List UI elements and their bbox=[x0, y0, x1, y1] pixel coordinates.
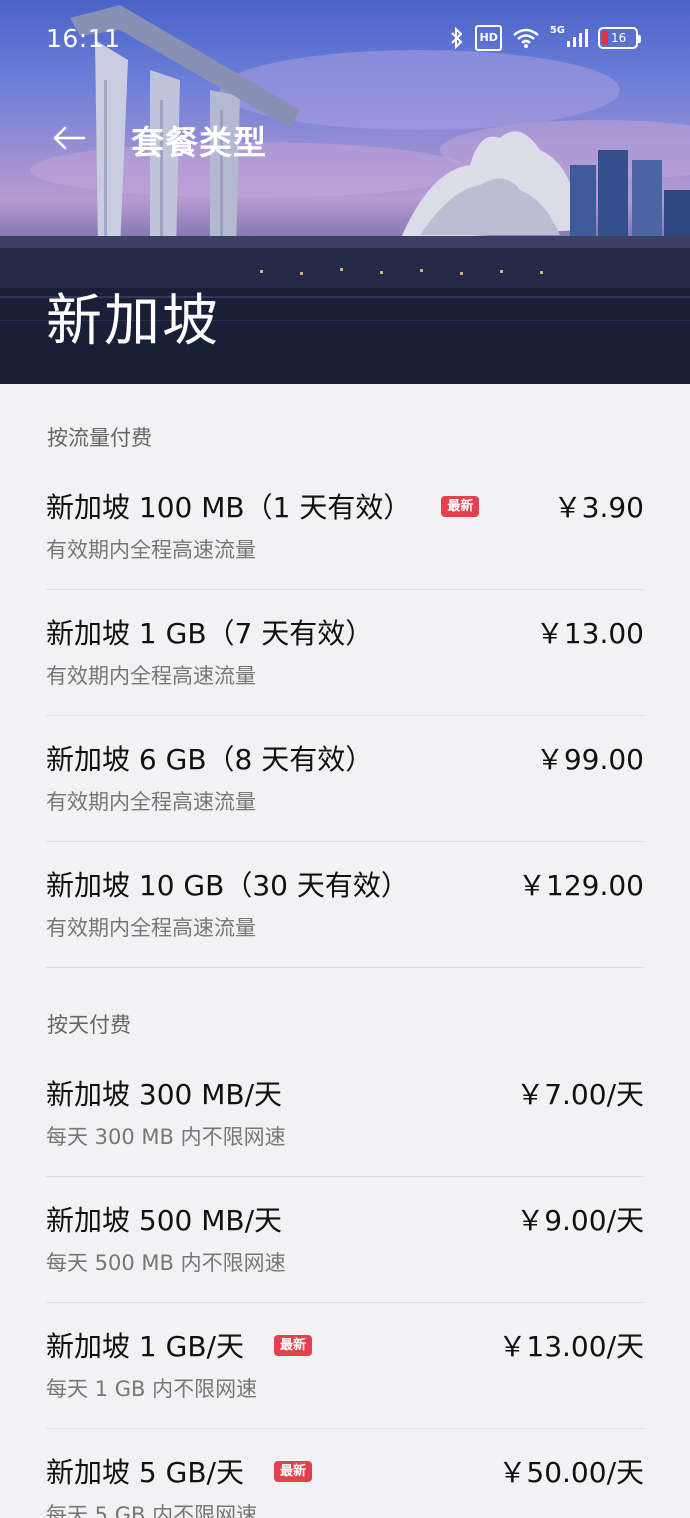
plan-description: 有效期内全程高速流量 bbox=[46, 790, 256, 814]
status-icons: HD 5G 16 bbox=[449, 25, 641, 51]
section-header-pay-by-data: 按流量付费 bbox=[47, 426, 152, 450]
wifi-icon bbox=[512, 25, 540, 51]
back-button[interactable] bbox=[44, 116, 94, 160]
new-badge: 最新 bbox=[441, 495, 480, 517]
battery-icon: 16 bbox=[598, 27, 641, 49]
plan-price: ￥7.00/天 bbox=[516, 1078, 644, 1111]
plan-item[interactable]: 新加坡 500 MB/天 ￥9.00/天 每天 500 MB 内不限网速 bbox=[46, 1177, 644, 1303]
plan-price: ￥9.00/天 bbox=[516, 1204, 644, 1237]
plan-title: 新加坡 6 GB（8 天有效） bbox=[46, 743, 374, 776]
plan-price: ￥99.00 bbox=[535, 743, 644, 776]
plan-title: 新加坡 300 MB/天 bbox=[46, 1078, 283, 1111]
plan-description: 每天 1 GB 内不限网速 bbox=[46, 1377, 258, 1401]
plan-price: ￥129.00 bbox=[518, 869, 644, 902]
plan-item[interactable]: 新加坡 10 GB（30 天有效） ￥129.00 有效期内全程高速流量 bbox=[46, 842, 644, 968]
bluetooth-icon bbox=[449, 25, 465, 51]
new-badge: 最新 bbox=[273, 1460, 312, 1482]
plan-title: 新加坡 10 GB（30 天有效） bbox=[46, 869, 409, 902]
network-type-label: 5G bbox=[549, 25, 565, 36]
section-header-pay-by-day: 按天付费 bbox=[47, 1013, 131, 1037]
new-badge: 最新 bbox=[273, 1334, 312, 1356]
plan-description: 每天 300 MB 内不限网速 bbox=[46, 1125, 286, 1149]
page-title: 套餐类型 bbox=[131, 123, 267, 162]
plan-title: 新加坡 500 MB/天 bbox=[46, 1204, 283, 1237]
hd-icon: HD bbox=[475, 25, 502, 51]
status-time: 16:11 bbox=[46, 24, 121, 53]
battery-fill bbox=[602, 31, 608, 45]
plan-item[interactable]: 新加坡 100 MB（1 天有效） 最新 ￥3.90 有效期内全程高速流量 bbox=[46, 464, 644, 590]
plan-description: 有效期内全程高速流量 bbox=[46, 664, 256, 688]
plan-item[interactable]: 新加坡 300 MB/天 ￥7.00/天 每天 300 MB 内不限网速 bbox=[46, 1051, 644, 1177]
plan-item[interactable]: 新加坡 1 GB（7 天有效） ￥13.00 有效期内全程高速流量 bbox=[46, 590, 644, 716]
plan-title: 新加坡 5 GB/天 bbox=[46, 1456, 244, 1489]
divider bbox=[46, 967, 644, 968]
plan-item[interactable]: 新加坡 5 GB/天 最新 ￥50.00/天 每天 5 GB 内不限网速 bbox=[46, 1429, 644, 1518]
plan-price: ￥3.90 bbox=[553, 491, 644, 524]
arrow-left-icon bbox=[53, 126, 86, 150]
cellular-signal-icon: 5G bbox=[550, 25, 588, 51]
battery-level: 16 bbox=[611, 31, 627, 45]
plan-title: 新加坡 1 GB（7 天有效） bbox=[46, 617, 374, 650]
plan-description: 有效期内全程高速流量 bbox=[46, 538, 256, 562]
plan-description: 有效期内全程高速流量 bbox=[46, 916, 256, 940]
plan-price: ￥13.00 bbox=[535, 617, 644, 650]
hero-banner: 16:11 HD 5G 16 套餐类型 新加坡 bbox=[0, 0, 690, 384]
plan-price: ￥50.00/天 bbox=[498, 1456, 644, 1489]
plan-item[interactable]: 新加坡 1 GB/天 最新 ￥13.00/天 每天 1 GB 内不限网速 bbox=[46, 1303, 644, 1429]
status-bar: 16:11 HD 5G 16 bbox=[0, 0, 690, 76]
plan-title: 新加坡 100 MB（1 天有效） bbox=[46, 491, 412, 524]
plan-description: 每天 5 GB 内不限网速 bbox=[46, 1503, 258, 1518]
country-title: 新加坡 bbox=[46, 289, 220, 354]
plan-title: 新加坡 1 GB/天 bbox=[46, 1330, 244, 1363]
plan-item[interactable]: 新加坡 6 GB（8 天有效） ￥99.00 有效期内全程高速流量 bbox=[46, 716, 644, 842]
plan-price: ￥13.00/天 bbox=[498, 1330, 644, 1363]
plan-description: 每天 500 MB 内不限网速 bbox=[46, 1251, 286, 1275]
